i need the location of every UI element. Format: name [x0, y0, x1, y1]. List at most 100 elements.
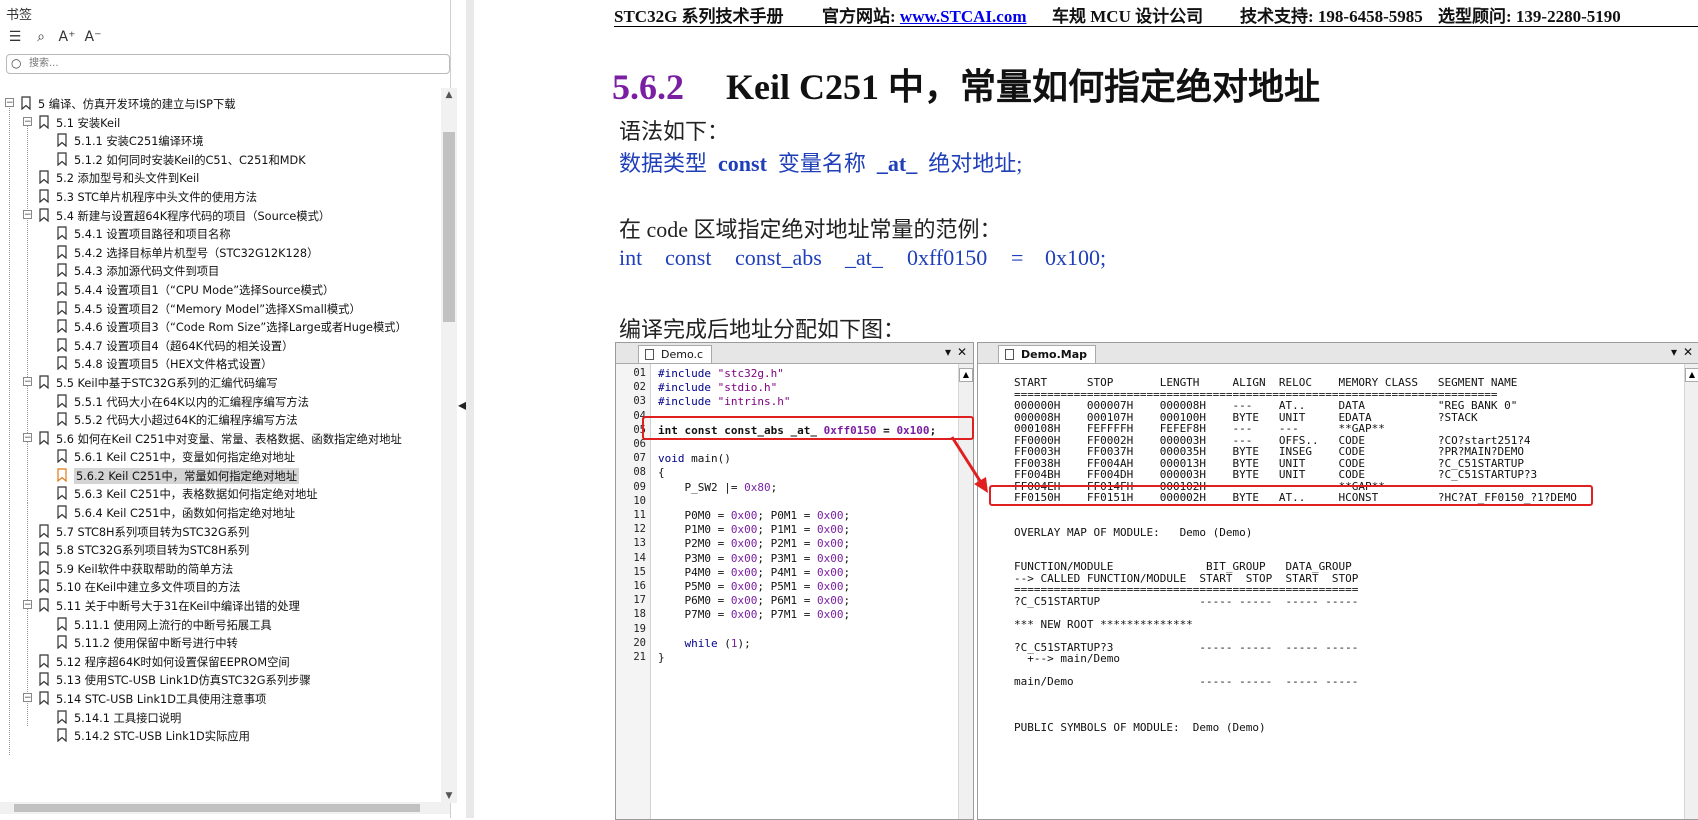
bookmark-icon [21, 96, 31, 110]
scroll-thumb[interactable] [443, 132, 455, 322]
bookmark-label: 5.2 添加型号和头文件到Keil [56, 172, 200, 186]
bookmark-icon [39, 672, 49, 687]
bookmark-item[interactable]: 5.6.3 Keil C251中，表格数据如何指定绝对地址 [0, 484, 440, 503]
bookmark-item[interactable]: − 5.5 Keil中基于STC32G系列的汇编代码编写 [0, 373, 440, 392]
bookmark-item[interactable]: 5.4.6 设置项目3（“Code Rom Size”选择Large或者Huge… [0, 317, 440, 336]
bookmark-label: 5.4.2 选择目标单片机型号（STC32G12K128） [74, 246, 319, 260]
sidebar-scrollbar[interactable]: ▲ ▼ [441, 88, 457, 803]
bookmark-label: 5 编译、仿真开发环境的建立与ISP下载 [38, 98, 236, 111]
bookmark-label: 5.1.1 安装C251编译环境 [74, 135, 204, 149]
bookmark-item[interactable]: 5.4.2 选择目标单片机型号（STC32G12K128） [0, 243, 440, 262]
bookmark-item[interactable]: 5.1.1 安装C251编译环境 [0, 131, 440, 150]
bookmark-item[interactable]: 5.5.1 代码大小在64K以内的汇编程序编写方法 [0, 392, 440, 411]
scroll-up-icon[interactable]: ▲ [441, 90, 457, 100]
bookmark-icon [57, 635, 67, 650]
collapse-toggle-icon[interactable]: − [23, 209, 32, 219]
bookmark-icon [57, 226, 67, 241]
bookmark-item[interactable]: 5.4.7 设置项目4（超64K代码的相关设置） [0, 336, 440, 355]
bookmark-icon [57, 709, 67, 724]
bookmark-label: 5.11 关于中断号大于31在Keil中编译出错的处理 [56, 600, 300, 614]
bookmark-icon [57, 486, 67, 501]
scroll-down-icon[interactable]: ▼ [441, 791, 457, 801]
bookmark-item[interactable]: 5.3 STC单片机程序中头文件的使用方法 [0, 187, 440, 206]
bookmark-item[interactable]: 5.11.2 使用保留中断号进行中转 [0, 633, 440, 652]
bookmark-item[interactable]: 5.10 在Keil中建立多文件项目的方法 [0, 577, 440, 596]
font-decrease-icon[interactable]: A⁻ [84, 28, 102, 46]
bookmark-item[interactable]: 5.14.1 工具接口说明 [0, 708, 440, 727]
bookmark-item[interactable]: 5.12 程序超64K时如何设置保留EEPROM空间 [0, 652, 440, 671]
bookmark-item[interactable]: 5.11.1 使用网上流行的中断号拓展工具 [0, 615, 440, 634]
bookmark-label: 5.6.2 Keil C251中，常量如何指定绝对地址 [74, 467, 300, 484]
bookmark-icon [57, 319, 67, 334]
collapse-toggle-icon[interactable]: − [23, 376, 32, 386]
bookmark-label: 5.14 STC-USB Link1D工具使用注意事项 [56, 693, 267, 706]
bookmark-icon [39, 691, 49, 705]
bookmark-search[interactable]: ○ [6, 54, 450, 74]
bookmark-item[interactable]: 5.6.4 Keil C251中，函数如何指定绝对地址 [0, 503, 440, 522]
bookmark-label: 5.5.1 代码大小在64K以内的汇编程序编写方法 [74, 395, 309, 409]
sidebar-hscrollbar[interactable] [0, 802, 450, 814]
bookmark-icon [57, 282, 67, 296]
bookmark-item[interactable]: − 5.11 关于中断号大于31在Keil中编译出错的处理 [0, 596, 440, 615]
bookmark-item[interactable]: 5.4.5 设置项目2（“Memory Model”选择XSmall模式） [0, 299, 440, 318]
bookmark-label: 5.9 Keil软件中获取帮助的简单方法 [56, 562, 234, 576]
collapse-toggle-icon[interactable]: − [5, 98, 14, 108]
list-view-icon[interactable]: ☰ [6, 28, 24, 46]
bookmark-icon [57, 505, 67, 520]
bookmark-label: 5.1 安装Keil [56, 116, 121, 130]
collapse-toggle-icon[interactable]: − [23, 116, 32, 126]
bookmark-panel: 书签 ☰ ⌕ A⁺ A⁻ ○ −5 编译、仿真开发环境的建立与ISP下载−5.1… [0, 0, 457, 818]
panel-title: 书签 [6, 8, 33, 23]
bookmark-label: 5.11.1 使用网上流行的中断号拓展工具 [74, 618, 272, 632]
bookmark-label: 5.5.2 代码大小超过64K的汇编程序编写方法 [74, 414, 298, 428]
bookmark-item[interactable]: 5.9 Keil软件中获取帮助的简单方法 [0, 559, 440, 578]
bookmark-label: 5.8 STC32G系列项目转为STC8H系列 [56, 544, 250, 558]
bookmark-item[interactable]: 5.8 STC32G系列项目转为STC8H系列 [0, 540, 440, 559]
bookmark-item[interactable]: 5.7 STC8H系列项目转为STC32G系列 [0, 522, 440, 541]
bookmark-item[interactable]: − 5 编译、仿真开发环境的建立与ISP下载 [0, 94, 440, 113]
font-increase-icon[interactable]: A⁺ [58, 28, 76, 46]
collapse-toggle-icon[interactable]: − [23, 432, 32, 442]
bookmark-search-icon[interactable]: ⌕ [32, 28, 50, 46]
bookmark-item[interactable]: − 5.6 如何在Keil C251中对变量、常量、表格数据、函数指定绝对地址 [0, 429, 440, 448]
bookmark-item[interactable]: 5.6.1 Keil C251中，变量如何指定绝对地址 [0, 447, 440, 466]
bookmark-icon [57, 152, 67, 166]
bookmark-label: 5.12 程序超64K时如何设置保留EEPROM空间 [56, 655, 290, 669]
bookmark-label: 5.6.4 Keil C251中，函数如何指定绝对地址 [74, 507, 296, 521]
bookmark-item[interactable]: − 5.4 新建与设置超64K程序代码的项目（Source模式） [0, 206, 440, 225]
collapse-toggle-icon[interactable]: − [23, 693, 32, 703]
bookmark-label: 5.1.2 如何同时安装Keil的C51、C251和MDK [74, 153, 306, 167]
bookmark-icon [39, 170, 49, 185]
bookmark-item[interactable]: 5.4.4 设置项目1（“CPU Mode”选择Source模式） [0, 280, 440, 299]
bookmark-item[interactable]: 5.14.2 STC-USB Link1D实际应用 [0, 726, 440, 745]
bookmark-item[interactable]: 5.6.2 Keil C251中，常量如何指定绝对地址 [0, 466, 440, 485]
bookmark-item[interactable]: 5.1.2 如何同时安装Keil的C51、C251和MDK [0, 150, 440, 169]
bookmark-item[interactable]: 5.2 添加型号和头文件到Keil [0, 168, 440, 187]
bookmark-label: 5.13 使用STC-USB Link1D仿真STC32G系列步骤 [56, 674, 311, 688]
bookmark-icon [39, 654, 49, 668]
bookmark-item[interactable]: 5.4.3 添加源代码文件到项目 [0, 261, 440, 280]
collapse-toggle-icon[interactable]: − [23, 600, 32, 610]
bookmark-label: 5.10 在Keil中建立多文件项目的方法 [56, 581, 241, 595]
bookmark-icon [39, 114, 49, 129]
bookmark-label: 5.6.3 Keil C251中，表格数据如何指定绝对地址 [74, 488, 318, 502]
bookmark-label: 5.14.2 STC-USB Link1D实际应用 [74, 730, 250, 744]
bookmark-item[interactable]: − 5.1 安装Keil [0, 113, 440, 132]
bookmark-icon [57, 449, 67, 464]
bookmark-icon [57, 338, 67, 352]
bookmark-label: 5.4.6 设置项目3（“Code Rom Size”选择Large或者Huge… [74, 321, 407, 335]
bookmark-item[interactable]: 5.4.8 设置项目5（HEX文件格式设置） [0, 354, 440, 373]
bookmark-item[interactable]: 5.5.2 代码大小超过64K的汇编程序编写方法 [0, 410, 440, 429]
bookmark-icon [39, 207, 49, 222]
bookmark-tree: −5 编译、仿真开发环境的建立与ISP下载 −5.1 安装Keil 5.1.1 安装… [0, 94, 440, 755]
bookmark-icon [57, 356, 67, 371]
bookmark-item[interactable]: − 5.14 STC-USB Link1D工具使用注意事项 [0, 689, 440, 708]
bookmark-item[interactable]: 5.4.1 设置项目路径和项目名称 [0, 224, 440, 243]
search-input[interactable] [29, 56, 429, 70]
hscroll-thumb[interactable] [14, 804, 420, 812]
bookmark-label: 5.7 STC8H系列项目转为STC32G系列 [56, 525, 250, 539]
bookmark-item[interactable]: 5.13 使用STC-USB Link1D仿真STC32G系列步骤 [0, 670, 440, 689]
bookmark-icon [57, 468, 67, 482]
bookmark-label: 5.6 如何在Keil C251中对变量、常量、表格数据、函数指定绝对地址 [56, 432, 402, 446]
bookmark-icon [39, 579, 49, 594]
